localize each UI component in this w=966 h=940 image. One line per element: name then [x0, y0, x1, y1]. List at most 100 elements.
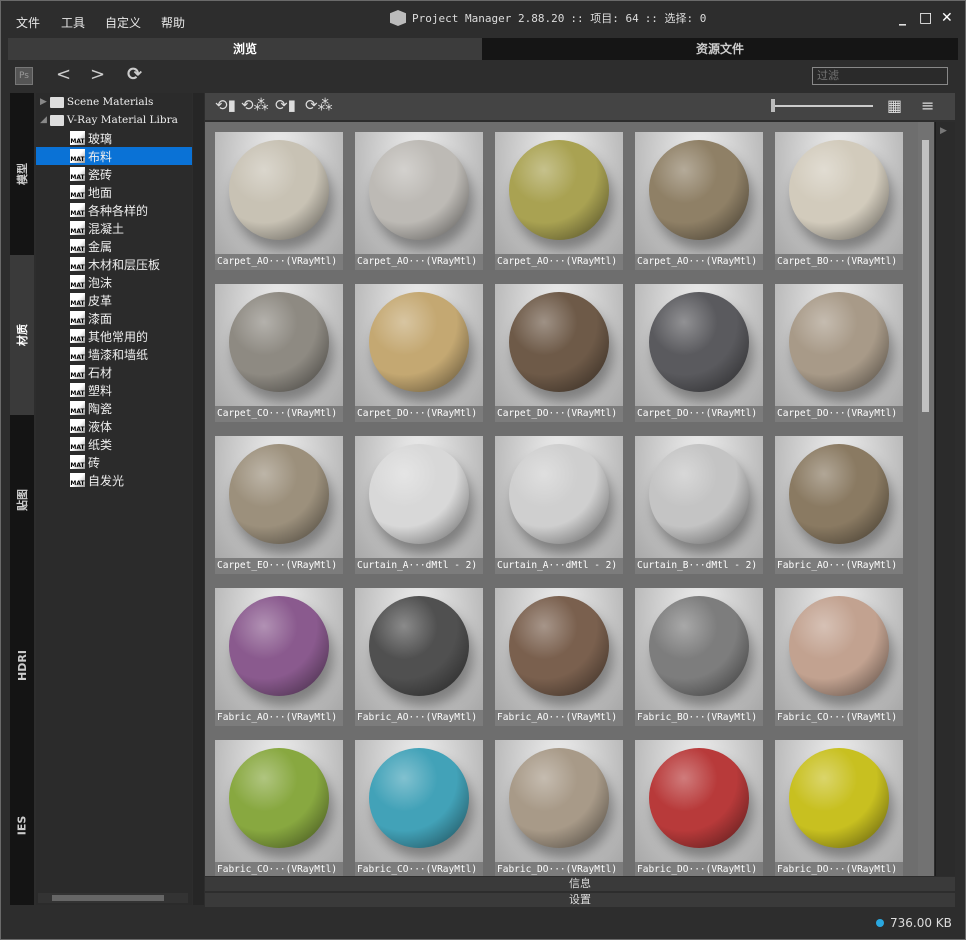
- material-tile[interactable]: Curtain_A···dMtl - 2): [495, 436, 623, 574]
- right-collapsed-panel[interactable]: ▶: [935, 122, 955, 876]
- refresh-button[interactable]: ⟳: [127, 64, 142, 85]
- material-tile[interactable]: Fabric_AO···(VRayMtl): [775, 436, 903, 574]
- material-thumbnail: [215, 588, 343, 710]
- material-tile[interactable]: Carpet_CO···(VRayMtl): [215, 284, 343, 422]
- material-sphere: [369, 292, 469, 392]
- tree-node-category[interactable]: MAT 布料: [36, 147, 192, 165]
- material-thumbnail: [355, 284, 483, 406]
- material-sphere: [509, 596, 609, 696]
- tree-hscrollbar[interactable]: [38, 893, 188, 903]
- material-tile[interactable]: Fabric_DO···(VRayMtl): [495, 740, 623, 876]
- maximize-button[interactable]: □: [919, 10, 932, 26]
- close-button[interactable]: ✕: [941, 10, 953, 26]
- tree-node-category[interactable]: MAT 漆面: [70, 309, 112, 327]
- menu-file[interactable]: 文件: [16, 14, 40, 31]
- tab-assets[interactable]: 资源文件: [482, 38, 958, 60]
- tree-node-category[interactable]: MAT 液体: [70, 417, 112, 435]
- material-file-icon: MAT: [70, 329, 85, 343]
- material-tile[interactable]: Carpet_AO···(VRayMtl): [495, 132, 623, 270]
- side-tab-hdri[interactable]: HDRI: [10, 585, 34, 745]
- tree-node-category[interactable]: MAT 石材: [70, 363, 112, 381]
- material-tile[interactable]: Carpet_DO···(VRayMtl): [775, 284, 903, 422]
- material-tile[interactable]: Fabric_DO···(VRayMtl): [775, 740, 903, 876]
- apply-multi-icon[interactable]: ⟲⁂: [241, 96, 269, 114]
- tree-node-category[interactable]: MAT 各种各样的: [70, 201, 148, 219]
- material-thumbnail: [775, 284, 903, 406]
- material-thumbnail: [215, 740, 343, 862]
- menu-customize[interactable]: 自定义: [105, 14, 141, 31]
- material-tile[interactable]: Carpet_AO···(VRayMtl): [215, 132, 343, 270]
- tree-node-vray-library[interactable]: ◢ V-Ray Material Libra: [40, 111, 178, 129]
- tab-browse[interactable]: 浏览: [8, 38, 482, 60]
- material-tile[interactable]: Fabric_CO···(VRayMtl): [355, 740, 483, 876]
- content-toolbar: ⟲▮ ⟲⁂ ⟳▮ ⟳⁂ ▦ ≡: [205, 93, 955, 120]
- menu-tools[interactable]: 工具: [61, 14, 85, 31]
- material-tile[interactable]: Carpet_AO···(VRayMtl): [355, 132, 483, 270]
- material-tile[interactable]: Fabric_AO···(VRayMtl): [215, 588, 343, 726]
- side-tab-ies[interactable]: IES: [10, 745, 34, 905]
- side-tab-maps[interactable]: 贴图: [10, 415, 34, 585]
- tree-node-category[interactable]: MAT 金属: [70, 237, 112, 255]
- tree-node-category[interactable]: MAT 塑料: [70, 381, 112, 399]
- material-tile[interactable]: Carpet_AO···(VRayMtl): [635, 132, 763, 270]
- tree-node-category[interactable]: MAT 皮革: [70, 291, 112, 309]
- tree-node-category[interactable]: MAT 其他常用的: [70, 327, 148, 345]
- material-tile[interactable]: Fabric_DO···(VRayMtl): [635, 740, 763, 876]
- items-count: :: 项目: 64: [570, 12, 639, 25]
- material-tile[interactable]: Fabric_CO···(VRayMtl): [775, 588, 903, 726]
- side-tab-materials[interactable]: 材质: [10, 255, 34, 415]
- tree-node-category[interactable]: MAT 砖: [70, 453, 100, 471]
- material-tile[interactable]: Carpet_DO···(VRayMtl): [355, 284, 483, 422]
- tree-node-category[interactable]: MAT 瓷砖: [70, 165, 112, 183]
- material-sphere: [649, 292, 749, 392]
- sort-icon[interactable]: ≡: [921, 96, 934, 115]
- material-tile[interactable]: Fabric_BO···(VRayMtl): [635, 588, 763, 726]
- tree-node-category[interactable]: MAT 木材和层压板: [70, 255, 160, 273]
- material-grid: Carpet_AO···(VRayMtl) Carpet_AO···(VRayMt…: [205, 122, 918, 876]
- info-panel-header[interactable]: 信息: [205, 877, 955, 891]
- forward-button[interactable]: >: [90, 64, 105, 85]
- material-thumbnail: [635, 132, 763, 254]
- tree-node-category[interactable]: MAT 泡沫: [70, 273, 112, 291]
- status-bar: 736.00 KB: [876, 916, 952, 930]
- filter-input[interactable]: [812, 67, 948, 85]
- material-file-icon: MAT: [70, 275, 85, 289]
- tree-node-category[interactable]: MAT 混凝土: [70, 219, 124, 237]
- grid-vscrollbar[interactable]: [918, 122, 934, 876]
- material-tile[interactable]: Fabric_CO···(VRayMtl): [215, 740, 343, 876]
- material-tile[interactable]: Carpet_BO···(VRayMtl): [775, 132, 903, 270]
- tree-node-category[interactable]: MAT 墙漆和墙纸: [70, 345, 148, 363]
- material-file-icon: MAT: [70, 365, 85, 379]
- tree-node-category[interactable]: MAT 地面: [70, 183, 112, 201]
- material-tile[interactable]: Curtain_B···dMtl - 2): [635, 436, 763, 574]
- settings-panel-header[interactable]: 设置: [205, 893, 955, 907]
- material-tile[interactable]: Carpet_DO···(VRayMtl): [495, 284, 623, 422]
- tree-node-category[interactable]: MAT 自发光: [70, 471, 124, 489]
- save-multi-icon[interactable]: ⟳⁂: [305, 96, 333, 114]
- material-tile[interactable]: Carpet_EO···(VRayMtl): [215, 436, 343, 574]
- tree-node-category[interactable]: MAT 纸类: [70, 435, 112, 453]
- side-tab-models[interactable]: 模型: [10, 93, 34, 255]
- material-tile[interactable]: Curtain_A···dMtl - 2): [355, 436, 483, 574]
- material-tile[interactable]: Fabric_AO···(VRayMtl): [495, 588, 623, 726]
- material-tile[interactable]: Carpet_DO···(VRayMtl): [635, 284, 763, 422]
- minimize-button[interactable]: _: [899, 10, 906, 26]
- thumbnail-size-slider[interactable]: [771, 99, 873, 112]
- material-label: Fabric_DO···(VRayMtl): [775, 862, 903, 876]
- apply-material-icon[interactable]: ⟲▮: [215, 96, 236, 114]
- tree-node-category[interactable]: MAT 玻璃: [70, 129, 112, 147]
- splitter[interactable]: [193, 93, 204, 905]
- material-thumbnail: [775, 588, 903, 710]
- back-button[interactable]: <: [56, 64, 71, 85]
- photoshop-button[interactable]: Ps: [15, 67, 33, 85]
- material-sphere: [649, 140, 749, 240]
- tree-node-category[interactable]: MAT 陶瓷: [70, 399, 112, 417]
- view-mode-icon[interactable]: ▦: [887, 96, 902, 115]
- tree-node-scene-materials[interactable]: ▶ Scene Materials: [40, 93, 153, 111]
- menu-help[interactable]: 帮助: [161, 14, 185, 31]
- material-thumbnail: [495, 588, 623, 710]
- material-file-icon: MAT: [70, 167, 85, 181]
- material-tile[interactable]: Fabric_AO···(VRayMtl): [355, 588, 483, 726]
- save-material-icon[interactable]: ⟳▮: [275, 96, 296, 114]
- material-label: Curtain_A···dMtl - 2): [495, 558, 623, 574]
